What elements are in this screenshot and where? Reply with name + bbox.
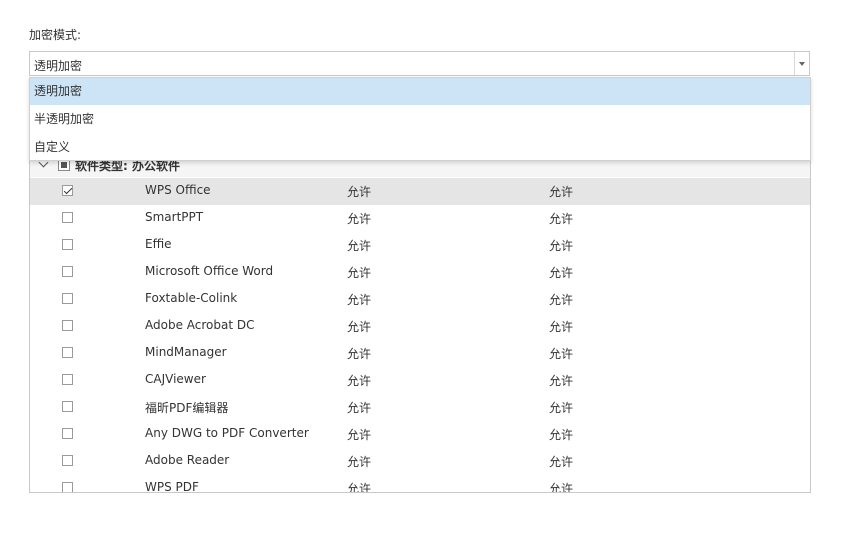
row-checkbox[interactable] — [62, 320, 73, 331]
row-checkbox[interactable] — [62, 455, 73, 466]
permission-cell: 允许 — [549, 428, 574, 442]
table-row[interactable]: Foxtable-Colink 允许 允许 — [30, 286, 810, 313]
row-checkbox[interactable] — [62, 401, 73, 412]
encryption-mode-dropdown: 透明加密 半透明加密 自定义 — [29, 77, 811, 161]
software-name: WPS PDF — [145, 480, 199, 493]
permission-cell: 允许 — [347, 266, 372, 280]
software-name: Any DWG to PDF Converter — [145, 426, 309, 440]
row-checkbox[interactable] — [62, 428, 73, 439]
chevron-down-icon — [799, 62, 805, 66]
permission-cell: 允许 — [347, 428, 372, 442]
permission-cell: 允许 — [347, 374, 372, 388]
permission-cell: 允许 — [347, 212, 372, 226]
permission-cell: 允许 — [347, 185, 372, 199]
partial-check-icon — [61, 162, 67, 168]
table-row[interactable]: Microsoft Office Word 允许 允许 — [30, 259, 810, 286]
table-row[interactable]: WPS Office 允许 允许 — [30, 178, 810, 205]
table-row[interactable]: SmartPPT 允许 允许 — [30, 205, 810, 232]
software-name: SmartPPT — [145, 210, 204, 224]
encryption-mode-label: 加密模式: — [29, 28, 82, 42]
table-row[interactable]: 福昕PDF编辑器 允许 允许 — [30, 394, 810, 421]
permission-cell: 允许 — [549, 239, 574, 253]
permission-cell: 允许 — [549, 374, 574, 388]
software-name: CAJViewer — [145, 372, 206, 386]
select-dropdown-toggle[interactable] — [794, 52, 809, 75]
permission-cell: 允许 — [347, 293, 372, 307]
table-row[interactable]: WPS PDF 允许 允许 — [30, 475, 810, 493]
permission-cell: 允许 — [549, 320, 574, 334]
permission-cell: 允许 — [549, 401, 574, 415]
row-checkbox[interactable] — [62, 239, 73, 250]
row-checkbox[interactable] — [62, 347, 73, 358]
permission-cell: 允许 — [347, 320, 372, 334]
table-row[interactable]: MindManager 允许 允许 — [30, 340, 810, 367]
software-table: 软件类型: 办公软件 WPS Office 允许 允许 SmartPPT 允许 允许 Eff… — [29, 150, 811, 493]
permission-cell: 允许 — [347, 455, 372, 469]
software-name: 福昕PDF编辑器 — [145, 401, 229, 415]
software-name: Adobe Acrobat DC — [145, 318, 255, 332]
permission-cell: 允许 — [549, 212, 574, 226]
permission-cell: 允许 — [347, 239, 372, 253]
permission-cell: 允许 — [549, 266, 574, 280]
permission-cell: 允许 — [549, 185, 574, 199]
permission-cell: 允许 — [347, 347, 372, 361]
option-custom[interactable]: 自定义 — [30, 134, 810, 161]
permission-cell: 允许 — [347, 482, 372, 493]
software-name: Effie — [145, 237, 172, 251]
row-checkbox[interactable] — [62, 185, 73, 196]
table-row[interactable]: Adobe Reader 允许 允许 — [30, 448, 810, 475]
option-transparent-encryption[interactable]: 透明加密 — [30, 78, 810, 105]
row-checkbox[interactable] — [62, 266, 73, 277]
software-name: WPS Office — [145, 183, 211, 197]
table-row[interactable]: Effie 允许 允许 — [30, 232, 810, 259]
software-name: Microsoft Office Word — [145, 264, 274, 278]
software-name: Adobe Reader — [145, 453, 230, 467]
checkmark-icon — [63, 185, 73, 195]
row-checkbox[interactable] — [62, 293, 73, 304]
table-row[interactable]: CAJViewer 允许 允许 — [30, 367, 810, 394]
row-checkbox[interactable] — [62, 212, 73, 223]
software-name: MindManager — [145, 345, 227, 359]
permission-cell: 允许 — [549, 347, 574, 361]
permission-cell: 允许 — [549, 293, 574, 307]
permission-cell: 允许 — [549, 482, 574, 493]
permission-cell: 允许 — [347, 401, 372, 415]
encryption-mode-select[interactable]: 透明加密 — [29, 51, 810, 76]
table-row[interactable]: Any DWG to PDF Converter 允许 允许 — [30, 421, 810, 448]
software-name: Foxtable-Colink — [145, 291, 238, 305]
option-semi-transparent-encryption[interactable]: 半透明加密 — [30, 106, 810, 133]
table-row[interactable]: Adobe Acrobat DC 允许 允许 — [30, 313, 810, 340]
row-checkbox[interactable] — [62, 374, 73, 385]
select-current-value: 透明加密 — [34, 59, 83, 73]
permission-cell: 允许 — [549, 455, 574, 469]
row-checkbox[interactable] — [62, 482, 73, 492]
